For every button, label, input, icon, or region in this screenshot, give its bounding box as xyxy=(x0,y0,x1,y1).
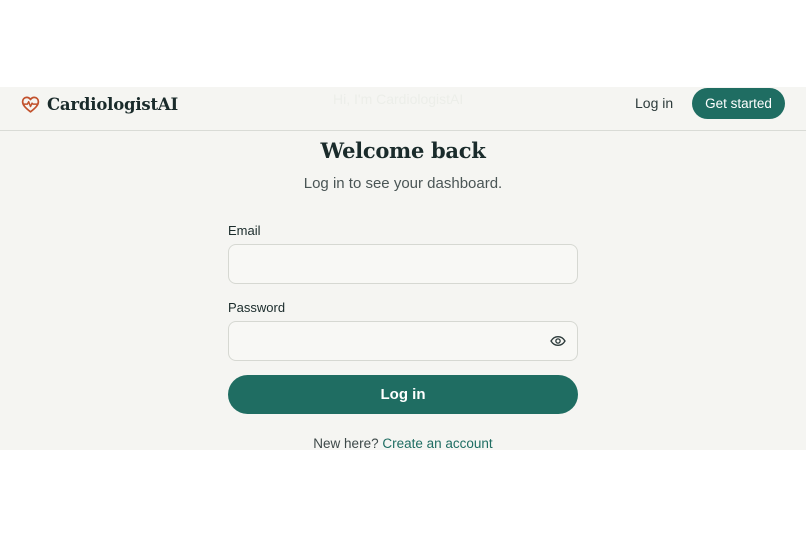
navbar: CardiologistAI Hi, I'm CardiologistAI Lo… xyxy=(0,87,806,131)
brand-name: CardiologistAI xyxy=(47,94,179,114)
password-field[interactable] xyxy=(228,321,578,361)
page-title: Welcome back xyxy=(320,138,486,163)
password-label: Password xyxy=(228,300,286,315)
eye-icon[interactable] xyxy=(549,333,567,349)
email-label: Email xyxy=(228,223,261,238)
nav-login-link[interactable]: Log in xyxy=(635,95,673,111)
signup-prompt-text: New here? xyxy=(313,436,379,450)
brand-logo-link[interactable]: CardiologistAI xyxy=(21,94,178,114)
faded-greeting: Hi, I'm CardiologistAI xyxy=(333,91,464,107)
login-submit-button[interactable]: Log in xyxy=(228,375,578,414)
create-account-link[interactable]: Create an account xyxy=(382,436,492,450)
email-field[interactable] xyxy=(228,244,578,284)
heart-pulse-icon xyxy=(21,96,40,113)
get-started-button[interactable]: Get started xyxy=(692,88,785,119)
signup-prompt: New here? Create an account xyxy=(0,436,806,450)
login-page: CardiologistAI Hi, I'm CardiologistAI Lo… xyxy=(0,87,806,450)
page-subtitle: Log in to see your dashboard. xyxy=(303,175,503,192)
